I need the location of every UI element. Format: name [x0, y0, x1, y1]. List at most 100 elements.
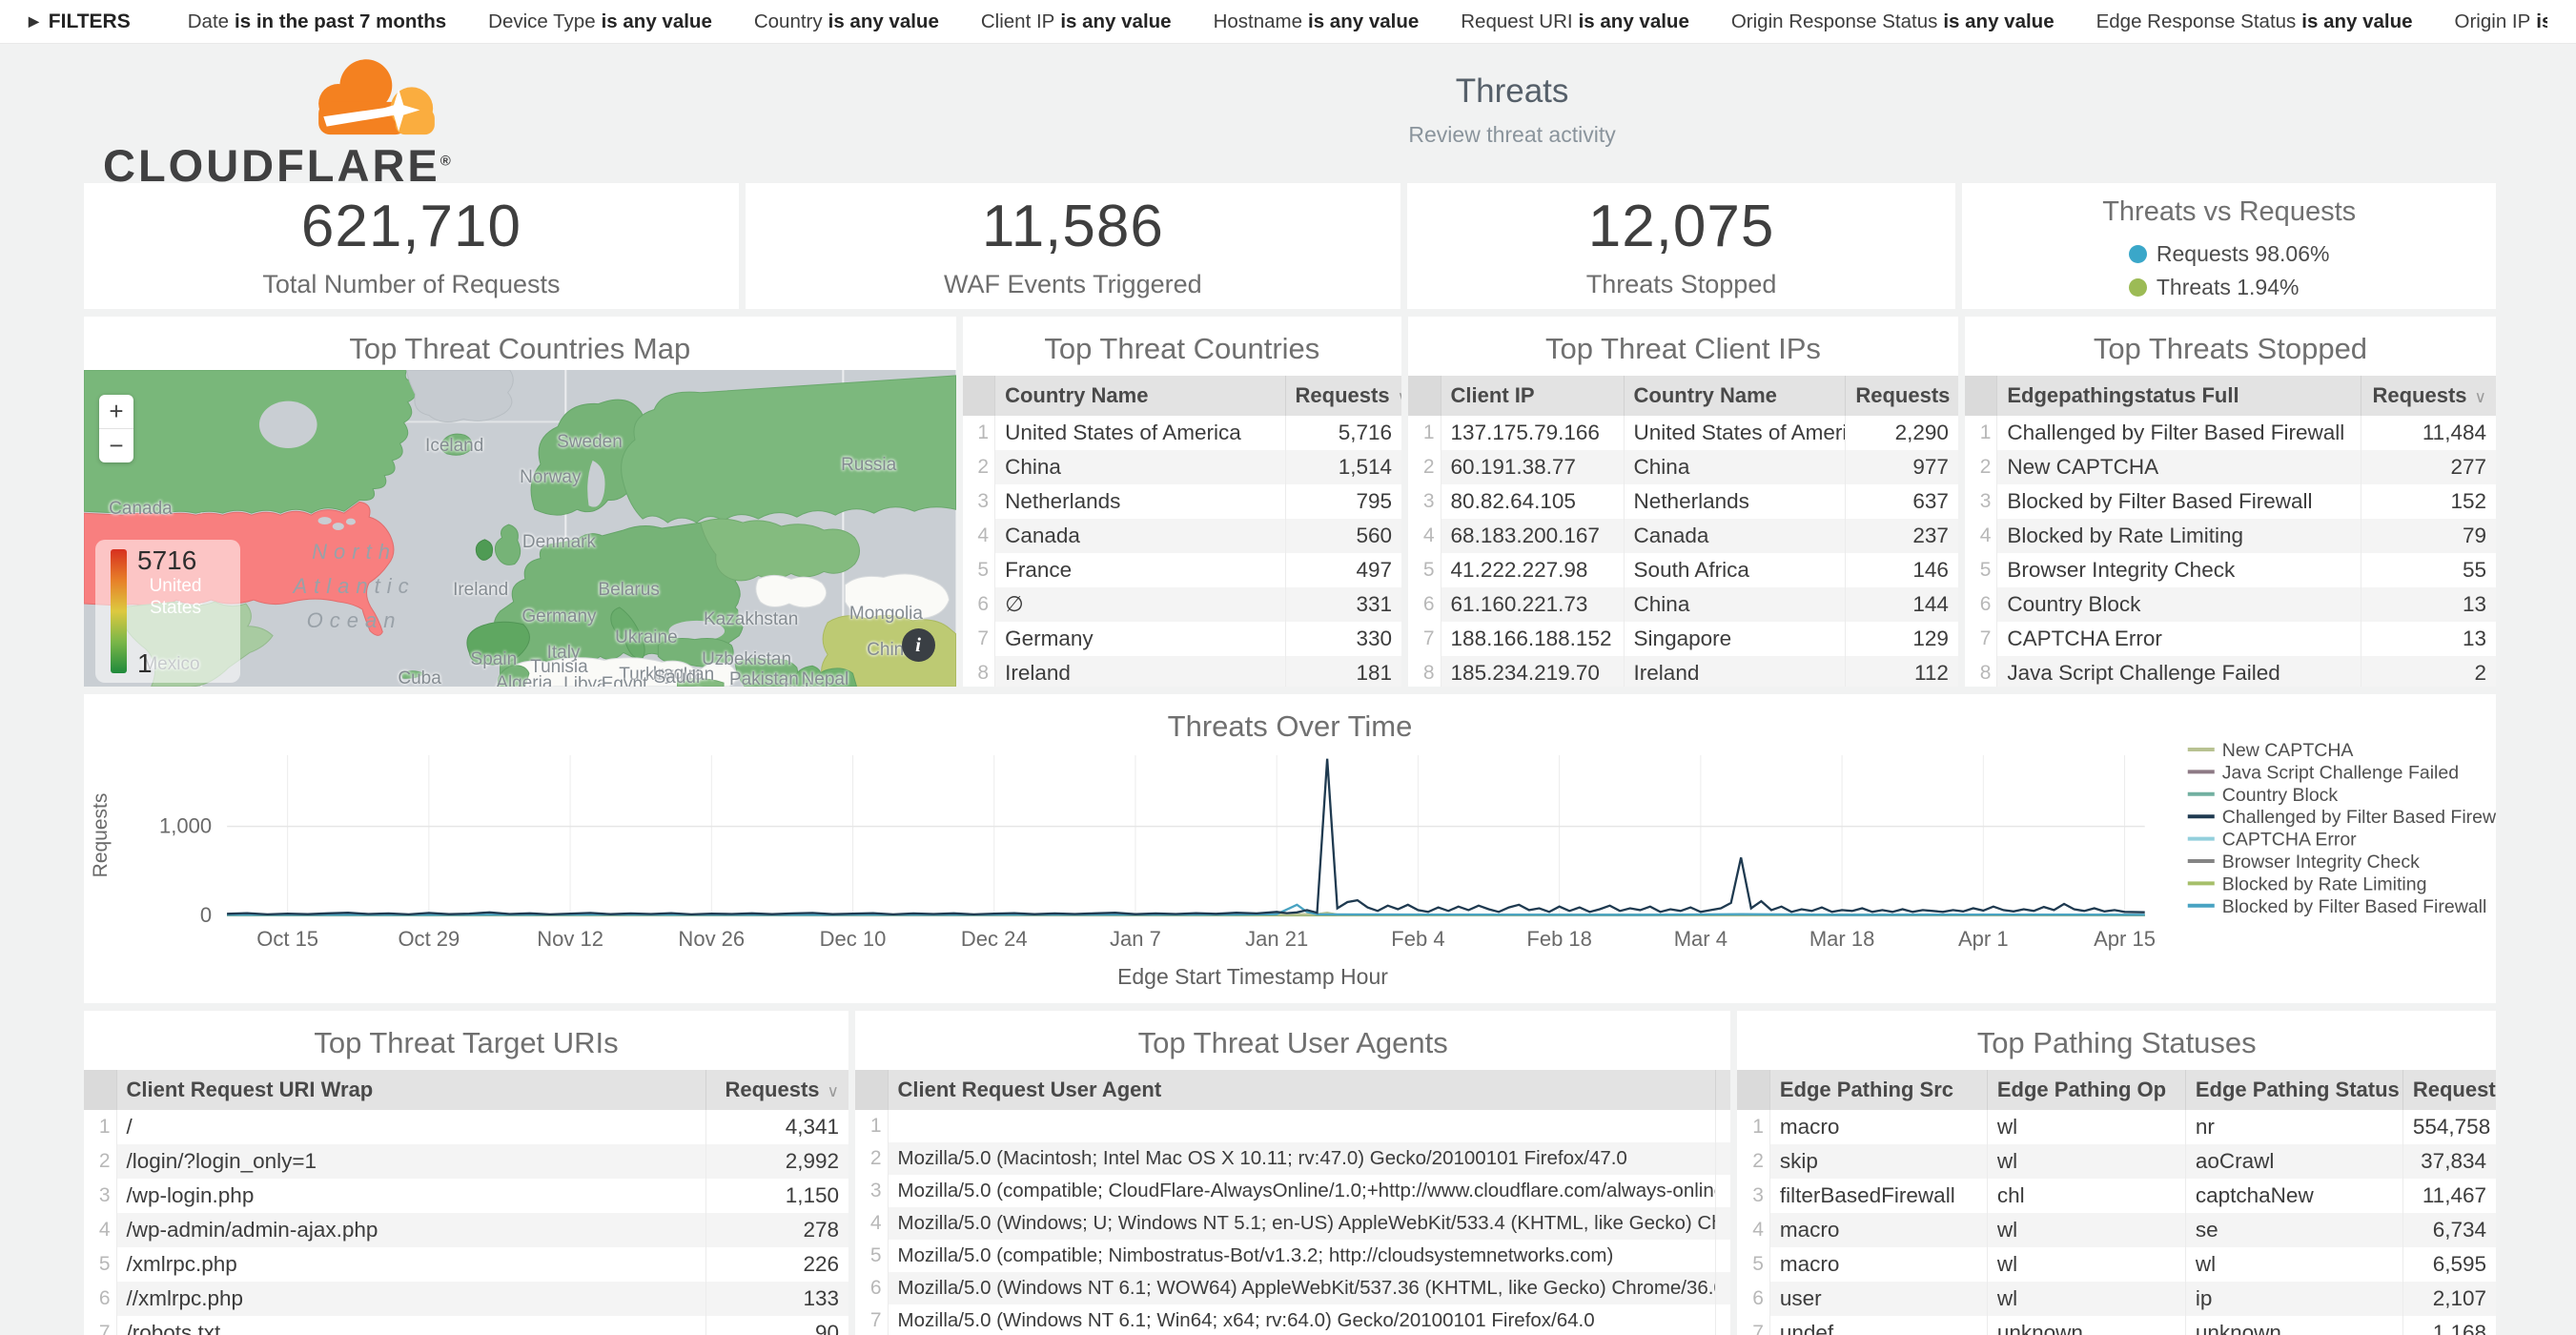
table-row[interactable]: 4Blocked by Rate Limiting79 [1965, 519, 2496, 553]
table-row[interactable]: 8Ireland181 [963, 656, 1401, 687]
filter-chip[interactable]: Device Typeis any value [488, 10, 712, 33]
table-row[interactable]: 4Mozilla/5.0 (Windows; U; Windows NT 5.1… [855, 1207, 1730, 1240]
table-row[interactable]: 3Netherlands795 [963, 484, 1401, 519]
column-header[interactable]: Country Name [995, 376, 1285, 416]
table-row[interactable]: 2Mozilla/5.0 (Macintosh; Intel Mac OS X … [855, 1142, 1730, 1175]
column-header[interactable]: Country Name [1624, 376, 1846, 416]
svg-text:Feb 18: Feb 18 [1526, 927, 1592, 951]
filter-chip[interactable]: Dateis in the past 7 months [188, 10, 446, 33]
filters-toggle[interactable]: ▶ FILTERS [29, 10, 131, 33]
svg-text:1,000: 1,000 [159, 814, 212, 838]
table-row[interactable]: 2New CAPTCHA277 [1965, 450, 2496, 484]
column-header[interactable]: Edgepathingstatus Full [1997, 376, 2361, 416]
table-row[interactable]: 1macrowlnr554,758 [1737, 1110, 2496, 1144]
svg-text:Nov 12: Nov 12 [537, 927, 603, 951]
table-row[interactable]: 7/robots.txt90 [84, 1316, 848, 1335]
zoom-out-button[interactable]: − [99, 429, 133, 462]
column-header[interactable]: Client Request URI Wrap [116, 1070, 705, 1110]
filter-bar: ▶ FILTERS Dateis in the past 7 months Dev… [0, 0, 2576, 44]
card-title: Top Threat Countries [963, 317, 1401, 376]
card-title: Top Threat Countries Map [84, 317, 956, 376]
column-header[interactable]: Edge Pathing Status [2185, 1070, 2402, 1110]
table-row[interactable]: 260.191.38.77China977 [1408, 450, 1958, 484]
threats-vs-requests-card: Threats vs Requests Requests 98.06% Thre… [1962, 183, 2496, 309]
chart-legend-label: Country Block [2222, 785, 2339, 806]
column-header[interactable]: Requests∨ [705, 1070, 848, 1110]
caret-right-icon: ▶ [29, 13, 39, 30]
table-row[interactable]: 1/4,341 [84, 1110, 848, 1144]
filter-chip[interactable]: Origin Response Statusis any value [1731, 10, 2055, 33]
scale-min-value: 1 [137, 648, 153, 679]
filter-chip[interactable]: Hostnameis any value [1214, 10, 1420, 33]
threats-dot-icon [2129, 278, 2147, 297]
threat-countries-map-card: Top Threat Countries Map [84, 317, 956, 687]
column-header[interactable]: Edge Pathing Src [1769, 1070, 1987, 1110]
table-row[interactable]: 380.82.64.105Netherlands637 [1408, 484, 1958, 519]
table-row[interactable]: 1United States of America5,716 [963, 416, 1401, 450]
world-map[interactable]: CanadaUnited StatesMexicoCubaIcelandIrel… [84, 370, 956, 687]
column-header[interactable]: Requests∨ [1846, 376, 1958, 416]
filter-chip[interactable]: Request URIis any value [1461, 10, 1689, 33]
table-row[interactable]: 3filterBasedFirewallchlcaptchaNew11,467 [1737, 1179, 2496, 1213]
table-row[interactable]: 2/login/?login_only=12,992 [84, 1144, 848, 1179]
table-row[interactable]: 3/wp-login.php1,150 [84, 1179, 848, 1213]
table-row[interactable]: 661.160.221.73China144 [1408, 587, 1958, 622]
cloudflare-logo: CLOUDFLARE® [103, 50, 503, 188]
table-row[interactable]: 6//xmlrpc.php133 [84, 1282, 848, 1316]
table-row[interactable]: 3Blocked by Filter Based Firewall152 [1965, 484, 2496, 519]
table-row[interactable]: 4/wp-admin/admin-ajax.php278 [84, 1213, 848, 1247]
table-row[interactable]: 4Canada560 [963, 519, 1401, 553]
table-row[interactable]: 7188.166.188.152Singapore129 [1408, 622, 1958, 656]
table-row[interactable]: 5Mozilla/5.0 (compatible; Nimbostratus-B… [855, 1240, 1730, 1272]
filter-chip[interactable]: Edge Response Statusis any value [2096, 10, 2413, 33]
table-row[interactable]: 3Mozilla/5.0 (compatible; CloudFlare-Alw… [855, 1175, 1730, 1207]
threats-vs-requests-legend: Requests 98.06% Threats 1.94% [2129, 241, 2330, 300]
info-icon[interactable]: i [902, 628, 935, 662]
column-header[interactable]: Requests∨ [2402, 1070, 2496, 1110]
table-row[interactable]: 5macrowlwl6,595 [1737, 1247, 2496, 1282]
table-row[interactable]: 5France497 [963, 553, 1401, 587]
table-row[interactable]: 2China1,514 [963, 450, 1401, 484]
zoom-in-button[interactable]: + [99, 395, 133, 429]
filter-chip-list: Dateis in the past 7 months Device Typeis… [188, 10, 2547, 33]
stat-value: 12,075 [1588, 193, 1775, 260]
column-header[interactable]: Edge Pathing Op [1987, 1070, 2185, 1110]
top-threats-stopped-card: Top Threats Stopped Edgepathingstatus Fu… [1965, 317, 2496, 687]
table-row[interactable]: 6userwlip2,107 [1737, 1282, 2496, 1316]
table-row[interactable]: 541.222.227.98South Africa146 [1408, 553, 1958, 587]
table-row[interactable]: 7Mozilla/5.0 (Windows NT 6.1; Win64; x64… [855, 1304, 1730, 1335]
scale-max-value: 5716 [137, 545, 196, 576]
column-header[interactable]: Requests∨ [2361, 376, 2496, 416]
card-title: Top Threats Stopped [1965, 317, 2496, 376]
color-scale-gradient [111, 549, 127, 673]
column-header[interactable]: Client Request User Agent [888, 1070, 1715, 1110]
filter-chip[interactable]: Origin IPis any value [2455, 10, 2547, 33]
table-row[interactable]: 8185.234.219.70Ireland112 [1408, 656, 1958, 687]
column-header[interactable]: Client IP [1441, 376, 1624, 416]
table-row[interactable]: 5/xmlrpc.php226 [84, 1247, 848, 1282]
top-threat-client-ips-card: Top Threat Client IPs Client IPCountry N… [1408, 317, 1958, 687]
table-row[interactable]: 6Mozilla/5.0 (Windows NT 6.1; WOW64) App… [855, 1272, 1730, 1304]
table-row[interactable]: 7Germany330 [963, 622, 1401, 656]
column-header[interactable]: Requests∨ [1285, 376, 1401, 416]
table-row[interactable]: 5Browser Integrity Check55 [1965, 553, 2496, 587]
table-row[interactable]: 1 [855, 1110, 1730, 1142]
card-title: Top Threat Target URIs [84, 1011, 848, 1070]
table-row[interactable]: 6∅331 [963, 587, 1401, 622]
table-row[interactable]: 468.183.200.167Canada237 [1408, 519, 1958, 553]
chart-legend-label: Java Script Challenge Failed [2222, 762, 2459, 783]
table-row[interactable]: 8Java Script Challenge Failed2 [1965, 656, 2496, 687]
table-row[interactable]: 7undefunknownunknown1,168 [1737, 1316, 2496, 1335]
threats-stopped-table: Edgepathingstatus FullRequests∨1Challeng… [1965, 376, 2496, 687]
table-row[interactable]: 2skipwlaoCrawl37,834 [1737, 1144, 2496, 1179]
table-row[interactable]: 1137.175.79.166United States of America2… [1408, 416, 1958, 450]
filter-chip[interactable]: Client IPis any value [981, 10, 1172, 33]
svg-text:Dec 10: Dec 10 [820, 927, 887, 951]
filter-chip[interactable]: Countryis any value [754, 10, 939, 33]
table-row[interactable]: 7CAPTCHA Error13 [1965, 622, 2496, 656]
table-row[interactable]: 6Country Block13 [1965, 587, 2496, 622]
column-header[interactable] [1715, 1070, 1730, 1110]
table-row[interactable]: 1Challenged by Filter Based Firewall11,4… [1965, 416, 2496, 450]
table-row[interactable]: 4macrowlse6,734 [1737, 1213, 2496, 1247]
svg-text:Apr 15: Apr 15 [2094, 927, 2156, 951]
